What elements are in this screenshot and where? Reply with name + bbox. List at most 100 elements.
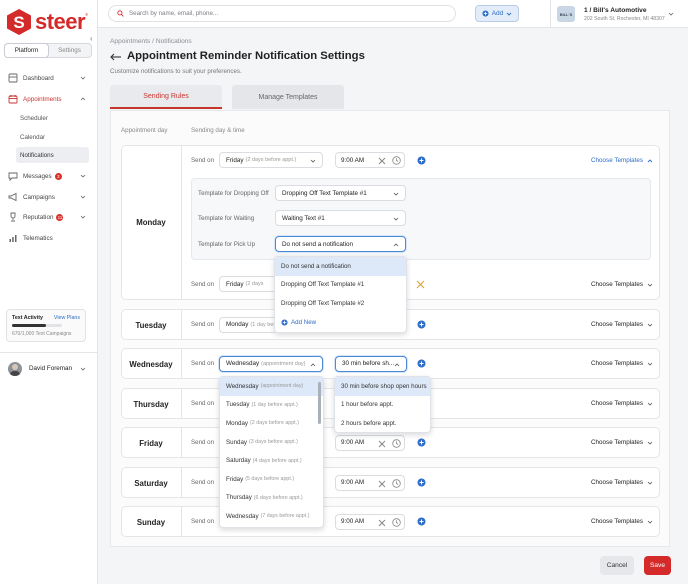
send-day-select-monday[interactable]: Friday (2 days before appt.) [219, 152, 323, 168]
clock-icon[interactable] [392, 438, 401, 448]
menu-option[interactable]: 1 hour before appt. [335, 396, 430, 415]
toggle-settings[interactable]: Settings [48, 44, 91, 57]
sidebar-item-campaigns[interactable]: Campaigns [0, 188, 97, 206]
steer-logo[interactable]: S steer ® [6, 8, 88, 36]
sidebar-subitem-scheduler[interactable]: Scheduler [16, 110, 89, 126]
menu-option[interactable]: 30 min before shop open hours [335, 377, 430, 396]
choose-templates-friday[interactable]: Choose Templates [591, 439, 653, 446]
choose-templates-wednesday[interactable]: Choose Templates [591, 360, 653, 367]
menu-option-day: Monday [226, 419, 249, 427]
menu-option[interactable]: Saturday (4 days before appt.) [220, 451, 323, 470]
user-menu[interactable]: David Foreman [0, 352, 97, 384]
add-time-icon[interactable] [417, 156, 426, 165]
tab-manage-templates[interactable]: Manage Templates [232, 85, 344, 109]
chevron-down-icon [80, 195, 86, 199]
menu-option[interactable]: Monday (2 days before appt.) [220, 414, 323, 433]
menu-option[interactable]: 2 hours before appt. [335, 414, 430, 433]
menu-option[interactable]: Wednesday (7 days before appt.) [220, 507, 323, 526]
toggle-platform[interactable]: Platform [5, 44, 48, 57]
add-time-icon[interactable] [417, 359, 426, 368]
menu-option[interactable]: Thursday (6 days before appt.) [220, 489, 323, 508]
day-divider [181, 506, 182, 537]
choose-templates-tuesday[interactable]: Choose Templates [591, 321, 653, 328]
send-on-label: Send on [191, 479, 215, 486]
breadcrumb[interactable]: Appointments / Notifications [110, 38, 192, 45]
brand-name: steer [35, 9, 86, 34]
save-button[interactable]: Save [644, 556, 671, 575]
choose-templates-monday[interactable]: Choose Templates [591, 157, 653, 164]
add-time-icon[interactable] [417, 478, 426, 487]
menu-option[interactable]: Dropping Off Text Template #1 [275, 276, 406, 295]
clock-icon[interactable] [392, 517, 401, 527]
cancel-button[interactable]: Cancel [600, 556, 634, 575]
day-name-friday: Friday [139, 438, 163, 448]
send-time-field-monday[interactable]: 9:00 AM [335, 152, 405, 168]
clear-icon[interactable] [378, 440, 386, 448]
sidebar-subitem-notifications[interactable]: Notifications [16, 147, 89, 163]
day-name-monday: Monday [136, 218, 166, 227]
sidebar-subitem-calendar[interactable]: Calendar [16, 129, 89, 145]
search-input[interactable]: Search by name, email, phone... [108, 5, 456, 22]
sidebar-item-telematics[interactable]: Telematics [0, 229, 97, 247]
sidebar-item-dashboard[interactable]: Dashboard [0, 69, 97, 87]
sidebar-item-messages[interactable]: Messages 3 [0, 167, 97, 185]
add-time-icon[interactable] [417, 517, 426, 526]
template-select-dropping-off[interactable]: Dropping Off Text Template #1 [275, 185, 406, 201]
menu-scrollbar[interactable] [318, 382, 321, 424]
clock-icon[interactable] [392, 478, 401, 488]
day-name-sunday: Sunday [136, 517, 166, 527]
choose-templates-monday-2[interactable]: Choose Templates [591, 281, 653, 288]
send-day-select-tuesday[interactable]: Monday (1 day bef [219, 316, 275, 333]
user-name: David Foreman [29, 365, 73, 372]
add-time-icon[interactable] [417, 438, 426, 447]
menu-option-hint: (1 day before appt.) [251, 401, 298, 408]
menu-option[interactable]: Dropping Off Text Template #2 [275, 294, 406, 313]
day-name-saturday: Saturday [134, 478, 168, 488]
send-time-field-sunday[interactable]: 9:00 AM [335, 513, 405, 530]
megaphone-icon [8, 192, 17, 202]
store-name: 1 / Bill's Automotive [584, 6, 647, 14]
menu-option[interactable]: Tuesday (1 day before appt.) [220, 396, 323, 415]
menu-option[interactable]: Do not send a notification [275, 257, 406, 276]
send-day-hint: (2 days before appt.) [245, 157, 297, 163]
menu-option[interactable]: Friday (5 days before appt.) [220, 470, 323, 489]
menu-option[interactable]: Sunday (3 days before appt.) [220, 433, 323, 452]
sidebar-item-appointments[interactable]: Appointments [0, 90, 97, 108]
template-select-waiting[interactable]: Waiting Text #1 [275, 210, 406, 226]
add-time-icon[interactable] [417, 320, 426, 329]
choose-templates-thursday[interactable]: Choose Templates [591, 400, 653, 407]
menu-option-day: Thursday [226, 494, 252, 502]
clear-icon[interactable] [378, 480, 386, 488]
clear-icon[interactable] [378, 519, 386, 527]
back-arrow-icon[interactable] [110, 53, 122, 61]
add-new-template-option[interactable]: Add New [275, 313, 406, 332]
template-select-pick-up[interactable]: Do not send a notification [275, 236, 406, 252]
choose-templates-sunday[interactable]: Choose Templates [591, 518, 653, 525]
add-button[interactable]: Add [475, 5, 519, 22]
view-plans-link[interactable]: View Plans [54, 315, 80, 321]
choose-templates-label: Choose Templates [591, 157, 644, 164]
day-divider [181, 467, 182, 498]
chat-icon [8, 172, 18, 181]
choose-templates-saturday[interactable]: Choose Templates [591, 479, 653, 486]
sidebar-item-reputation[interactable]: Reputation 11 [0, 208, 97, 226]
send-time-value: 9:00 AM [341, 479, 365, 486]
trophy-icon [10, 212, 16, 222]
clock-icon[interactable] [392, 156, 401, 165]
remove-icon[interactable] [416, 280, 425, 289]
choose-templates-label: Choose Templates [591, 321, 644, 328]
send-time-field-friday[interactable]: 9:00 AM [335, 434, 405, 451]
search-placeholder: Search by name, email, phone... [129, 10, 219, 17]
template-label-pick-up: Template for Pick Up [198, 241, 256, 248]
send-time-select-wednesday[interactable]: 30 min before sh... [335, 355, 407, 372]
menu-option[interactable]: Wednesday (appointment day) [220, 377, 323, 396]
send-time-field-saturday[interactable]: 9:00 AM [335, 474, 405, 491]
collapse-sidebar-icon[interactable]: ‹ [90, 34, 98, 44]
day-name-tuesday: Tuesday [135, 320, 167, 330]
send-day-select-wednesday[interactable]: Wednesday (appointment day) [219, 355, 323, 372]
tab-sending-rules[interactable]: Sending Rules [110, 85, 222, 109]
template-value: Waiting Text #1 [282, 214, 325, 222]
clear-icon[interactable] [378, 157, 386, 165]
store-selector[interactable]: BILL'S 1 / Bill's Automotive 202 South S… [550, 0, 688, 28]
menu-option-hint: (2 days before appt.) [250, 420, 299, 427]
